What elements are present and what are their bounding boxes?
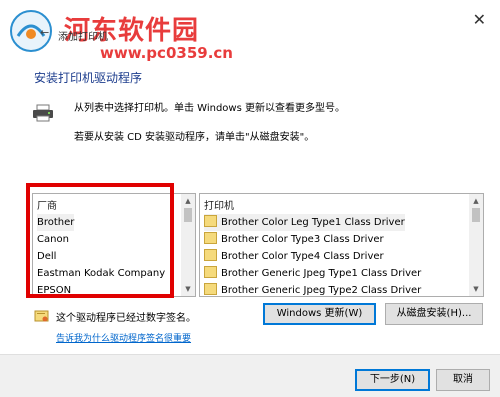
list-item-label: Brother Color Type4 Class Driver [221,251,384,262]
windows-update-button[interactable]: Windows 更新(W) [263,303,376,325]
driver-icon [204,249,217,261]
driver-icon [204,266,217,278]
list-item-label: Brother Color Leg Type1 Class Driver [221,217,405,228]
scroll-up-icon[interactable]: ▲ [469,194,483,208]
scroll-thumb[interactable] [184,208,192,222]
site-watermark-url: www.pc0359.cn [100,44,233,62]
printer-item[interactable]: Brother Color Type4 Class Driver [204,248,384,265]
page-heading: 安装打印机驱动程序 [34,71,143,85]
instruction-text: 从列表中选择打印机。单击 Windows 更新以查看更多型号。 [74,103,345,114]
next-button[interactable]: 下一步(N) [355,369,430,391]
printer-item[interactable]: Brother Generic Jpeg Type2 Class Driver [204,282,421,299]
list-item-label: Brother Generic Jpeg Type2 Class Driver [221,285,422,296]
manufacturer-scrollbar[interactable]: ▲ ▼ [181,194,195,296]
printer-item[interactable]: Brother Color Leg Type1 Class Driver [204,214,405,231]
scroll-thumb[interactable] [472,208,480,222]
list-item-label: Brother Generic Jpeg Type1 Class Driver [221,268,422,279]
certificate-icon [34,310,49,322]
driver-icon [204,215,217,227]
have-disk-button[interactable]: 从磁盘安装(H)... [385,303,483,325]
back-arrow-icon[interactable]: ← [40,26,49,39]
printer-item[interactable]: Brother Generic Jpeg Type1 Class Driver [204,265,421,282]
printer-icon [33,104,53,122]
scroll-up-icon[interactable]: ▲ [181,194,195,208]
driver-icon [204,283,217,295]
list-item-label: Brother Color Type3 Class Driver [221,234,384,245]
cancel-button[interactable]: 取消 [436,369,490,391]
window-title: 添加打印机 [58,32,108,43]
close-icon[interactable]: ✕ [473,10,486,29]
printer-list-header: 打印机 [204,201,234,212]
printer-scrollbar[interactable]: ▲ ▼ [469,194,483,296]
driver-icon [204,232,217,244]
scroll-down-icon[interactable]: ▼ [181,282,195,296]
driver-signing-link[interactable]: 告诉我为什么驱动程序签名很重要 [56,331,191,344]
instruction-cd-text: 若要从安装 CD 安装驱动程序，请单击"从磁盘安装"。 [74,132,315,143]
signed-driver-status: 这个驱动程序已经过数字签名。 [56,313,196,324]
printer-list[interactable]: 打印机 Brother Color Leg Type1 Class Driver… [199,193,484,297]
scroll-down-icon[interactable]: ▼ [469,282,483,296]
highlight-box [26,183,174,298]
printer-item[interactable]: Brother Color Type3 Class Driver [204,231,384,248]
